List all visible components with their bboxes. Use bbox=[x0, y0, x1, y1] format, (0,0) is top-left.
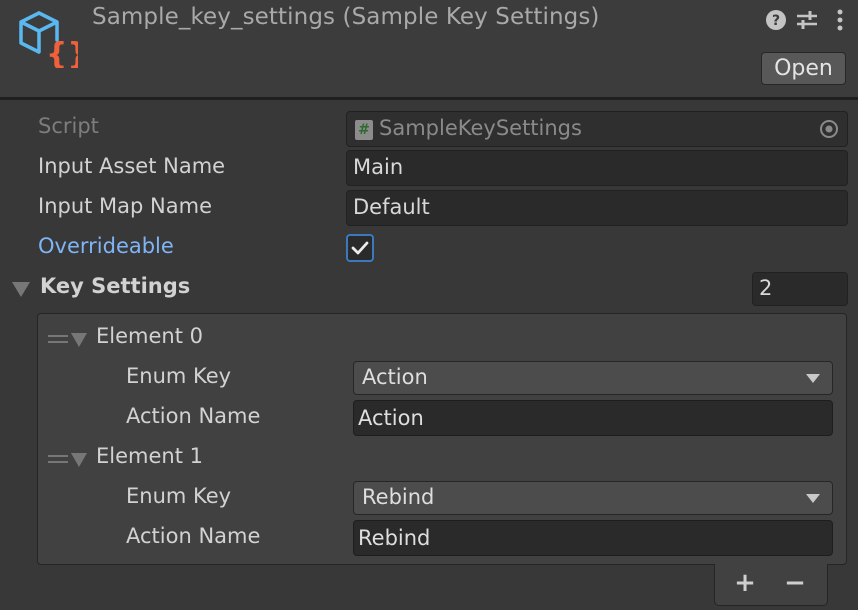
help-icon[interactable]: ? bbox=[764, 8, 788, 32]
add-element-button[interactable]: + bbox=[730, 570, 760, 596]
element-0-action-name-label: Action Name bbox=[126, 404, 261, 428]
element-0-action-name-field[interactable]: Action bbox=[353, 400, 833, 436]
element-0-enum-key-dropdown[interactable]: Action bbox=[353, 361, 833, 395]
list-footer: + − bbox=[714, 564, 828, 606]
inspector-header: {} Sample_key_settings (Sample Key Setti… bbox=[0, 0, 858, 100]
overrideable-label: Overrideable bbox=[38, 234, 174, 258]
script-file-icon: # bbox=[355, 120, 373, 140]
open-button[interactable]: Open bbox=[761, 52, 846, 85]
element-1-foldout-icon[interactable] bbox=[71, 453, 87, 467]
element-0-enum-key-value: Action bbox=[362, 365, 428, 389]
script-label: Script bbox=[38, 114, 99, 138]
presets-icon[interactable] bbox=[795, 8, 819, 32]
drag-handle-icon[interactable] bbox=[48, 335, 68, 343]
element-1-enum-key-value: Rebind bbox=[362, 485, 435, 509]
element-1-enum-key-dropdown[interactable]: Rebind bbox=[353, 481, 833, 515]
element-0-foldout-icon[interactable] bbox=[71, 333, 87, 347]
remove-element-button[interactable]: − bbox=[780, 570, 810, 596]
svg-text:{}: {} bbox=[46, 37, 78, 68]
input-map-name-field[interactable]: Default bbox=[346, 190, 848, 226]
script-row: Script # SampleKeySettings bbox=[0, 110, 858, 148]
script-value: SampleKeySettings bbox=[379, 116, 582, 140]
dropdown-arrow-icon bbox=[806, 494, 820, 503]
svg-text:?: ? bbox=[772, 13, 780, 29]
key-settings-label[interactable]: Key Settings bbox=[40, 274, 190, 298]
object-picker-icon[interactable] bbox=[819, 119, 839, 139]
element-1-action-name-label: Action Name bbox=[126, 524, 261, 548]
inspector-title: Sample_key_settings (Sample Key Settings… bbox=[92, 4, 600, 30]
element-0-enum-key-label: Enum Key bbox=[126, 364, 232, 388]
element-1-label[interactable]: Element 1 bbox=[96, 444, 203, 468]
input-asset-name-label: Input Asset Name bbox=[38, 154, 226, 178]
overrideable-checkbox[interactable] bbox=[346, 234, 374, 262]
element-0-label[interactable]: Element 0 bbox=[96, 324, 203, 348]
checkmark-icon bbox=[351, 241, 369, 255]
key-settings-count-field[interactable]: 2 bbox=[752, 272, 848, 306]
input-map-name-label: Input Map Name bbox=[38, 194, 212, 218]
element-1-enum-key-label: Enum Key bbox=[126, 484, 232, 508]
overrideable-row: Overrideable bbox=[0, 230, 858, 268]
key-settings-row: Key Settings bbox=[0, 270, 858, 308]
input-asset-name-row: Input Asset Name Main bbox=[0, 150, 858, 188]
scriptable-object-icon: {} bbox=[19, 11, 78, 68]
more-menu-icon[interactable] bbox=[828, 8, 852, 32]
script-field: # SampleKeySettings bbox=[346, 111, 848, 147]
dropdown-arrow-icon bbox=[806, 374, 820, 383]
drag-handle-icon[interactable] bbox=[48, 455, 68, 463]
element-1-action-name-field[interactable]: Rebind bbox=[353, 520, 833, 556]
input-asset-name-field[interactable]: Main bbox=[346, 150, 848, 186]
input-map-name-row: Input Map Name Default bbox=[0, 190, 858, 228]
